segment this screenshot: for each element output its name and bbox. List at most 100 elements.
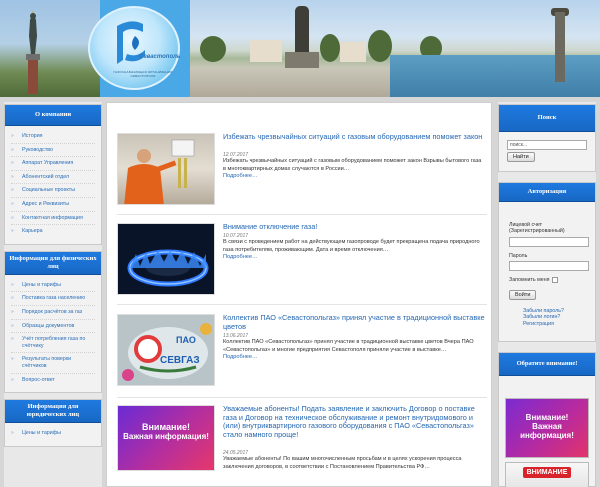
auth-box: Авторизация Лицевой счет (Зарегистрирова… [498, 182, 596, 342]
menu-item-history[interactable]: » История [11, 130, 95, 144]
news-thumbnail[interactable]: Внимание! Важная информация! [117, 405, 215, 471]
news-title[interactable]: Внимание отключение газа! [223, 222, 485, 232]
news-item: Внимание! Важная информация! Уважаемые а… [117, 404, 487, 487]
search-box: Поиск Найти [498, 104, 596, 172]
news-thumbnail[interactable] [117, 223, 215, 295]
search-title: Поиск [499, 105, 595, 132]
read-more-link[interactable]: Подробнее… [223, 354, 485, 362]
menu-item-contacts[interactable]: » Контактная информация [11, 212, 95, 226]
sea [390, 55, 600, 97]
about-menu-title: О компании [5, 105, 101, 126]
news-item: Внимание отключение газа! 10.07.2017 В с… [117, 222, 487, 299]
header-banner: Севастополь ГАЗОСНАБЖАЮЩАЯ ОРГАНИЗАЦИЯ С… [0, 0, 600, 97]
column [555, 12, 565, 82]
divider [117, 304, 487, 305]
news-title[interactable]: Уважаемые абоненты! Подать заявление и з… [223, 404, 485, 439]
menu-item-subscriber-dept[interactable]: » Абонентский отдел [11, 171, 95, 185]
individuals-menu: Информация для физических лиц » Цены и та… [4, 250, 102, 394]
menu-item-social[interactable]: » Социальные проекты [11, 184, 95, 198]
monument-image [26, 10, 40, 94]
divider [117, 397, 487, 398]
news-title[interactable]: Коллектив ПАО «Севастопольгаз» принял уч… [223, 313, 485, 331]
thumb-pao-text: ПАО [176, 335, 196, 345]
menu-item-faq[interactable]: » Вопрос-ответ [11, 374, 95, 387]
chevron-right-icon: » [11, 200, 14, 207]
read-more-link[interactable]: Подробнее… [223, 173, 485, 181]
chevron-right-icon: » [11, 430, 14, 437]
logo-subtitle: ГАЗОСНАБЖАЮЩАЯ ОРГАНИЗАЦИЯ СЕВАСТОПОЛЯ [113, 70, 173, 78]
password-field[interactable] [509, 261, 589, 272]
divider [117, 214, 487, 215]
left-sidebar: О компании » История » Руководство » Аппара… [4, 102, 102, 487]
news-title[interactable]: Избежать чрезвычайных ситуаций с газовым… [223, 132, 485, 142]
menu-item-gas-supply[interactable]: » Поставка газа населению [11, 292, 95, 306]
forgot-login-link[interactable]: Забыли логин? [523, 314, 589, 321]
remember-label: Запомнить меня [509, 277, 550, 284]
account-label: Лицевой счет (Зарегистрированный) [509, 222, 565, 235]
chevron-right-icon: » [11, 322, 14, 329]
chevron-right-icon: » [11, 173, 14, 180]
flower-exhibit-photo: ПАО СЕВГАЗ [118, 315, 214, 385]
chevron-right-icon: » [11, 281, 14, 288]
menu-item-address[interactable]: » Адрес и Реквизиты [11, 198, 95, 212]
chevron-right-icon: » [11, 133, 14, 139]
thumb-important-text: Важная информация! [123, 432, 209, 441]
chevron-right-icon: » [11, 295, 14, 302]
building [250, 40, 282, 62]
news-excerpt: Коллектив ПАО «Севастопольгаз» принял уч… [223, 339, 474, 353]
tree [200, 36, 226, 62]
attention-banner[interactable]: ВНИМАНИЕ [505, 462, 589, 487]
chevron-right-icon: » [11, 336, 14, 343]
legal-menu-title: Информация для юридических лиц [5, 400, 101, 424]
gas-worker-photo [124, 139, 195, 204]
forgot-password-link[interactable]: Забыли пароль? [523, 308, 589, 315]
chevron-right-icon: » [11, 376, 14, 383]
news-thumbnail[interactable]: ПАО СЕВГАЗ [117, 314, 215, 386]
menu-item-management[interactable]: » Руководство [11, 144, 95, 158]
chevron-right-icon: » [11, 308, 14, 315]
account-field[interactable] [509, 236, 589, 247]
login-button[interactable]: Войти [509, 289, 537, 300]
menu-item-legal-prices[interactable]: » Цены и тарифы [11, 427, 95, 440]
news-excerpt: В связи с проведением работ на действующ… [223, 239, 480, 253]
about-menu: О компании » История » Руководство » Аппара… [4, 104, 102, 245]
news-item: Избежать чрезвычайных ситуаций с газовым… [117, 132, 487, 209]
menu-item-meter-results[interactable]: » Результаты поверки счётчиков [11, 353, 95, 374]
menu-item-staff[interactable]: » Аппарат Управления [11, 157, 95, 171]
tree [368, 30, 392, 62]
legal-menu: Информация для юридических лиц » Цены и т… [4, 399, 102, 447]
statue [295, 6, 309, 56]
gas-flame-photo [127, 249, 209, 287]
chevron-right-icon: » [11, 228, 14, 235]
building [340, 42, 366, 62]
search-input[interactable] [507, 140, 587, 150]
remember-row: Запомнить меня [509, 277, 589, 284]
password-label: Пароль [509, 252, 528, 259]
register-link[interactable]: Регистрация [523, 321, 589, 328]
chevron-right-icon: » [11, 160, 14, 167]
remember-checkbox[interactable] [551, 277, 558, 284]
chevron-right-icon: » [11, 214, 14, 221]
thumb-attention-text: Внимание! [142, 422, 190, 432]
thumb-sevgaz-text: СЕВГАЗ [160, 355, 200, 366]
important-info-banner[interactable]: Внимание! Важная информация! [505, 398, 589, 458]
news-feed: Избежать чрезвычайных ситуаций с газовым… [106, 102, 492, 487]
logo-text: Севастополь [139, 54, 181, 60]
notice-title: Обратите внимание! [499, 353, 595, 376]
search-button[interactable]: Найти [507, 152, 535, 162]
menu-item-prices[interactable]: » Цены и тарифы [11, 279, 95, 293]
pedestal [285, 52, 319, 68]
news-item: ПАО СЕВГАЗ Коллектив ПАО «Севастопольгаз… [117, 313, 487, 390]
news-excerpt: Уважаемые абоненты! По вашим многочислен… [223, 456, 462, 470]
individuals-menu-title: Информация для физических лиц [5, 251, 101, 275]
read-more-link[interactable]: Подробнее… [223, 254, 485, 262]
menu-item-meter-accounting[interactable]: » Учёт потребления газа по счётчику [11, 333, 95, 354]
menu-item-payments[interactable]: » Порядок расчётов за газ [11, 306, 95, 320]
right-sidebar: Поиск Найти Авторизация Лицевой счет (За… [498, 102, 596, 487]
header-photo-left [0, 0, 100, 97]
auth-title: Авторизация [499, 183, 595, 202]
news-excerpt: Избежать чрезвычайных ситуаций с газовым… [223, 158, 482, 172]
news-thumbnail[interactable] [117, 133, 215, 205]
menu-item-documents[interactable]: » Образцы документов [11, 320, 95, 334]
menu-item-career[interactable]: » Карьера [11, 225, 95, 238]
